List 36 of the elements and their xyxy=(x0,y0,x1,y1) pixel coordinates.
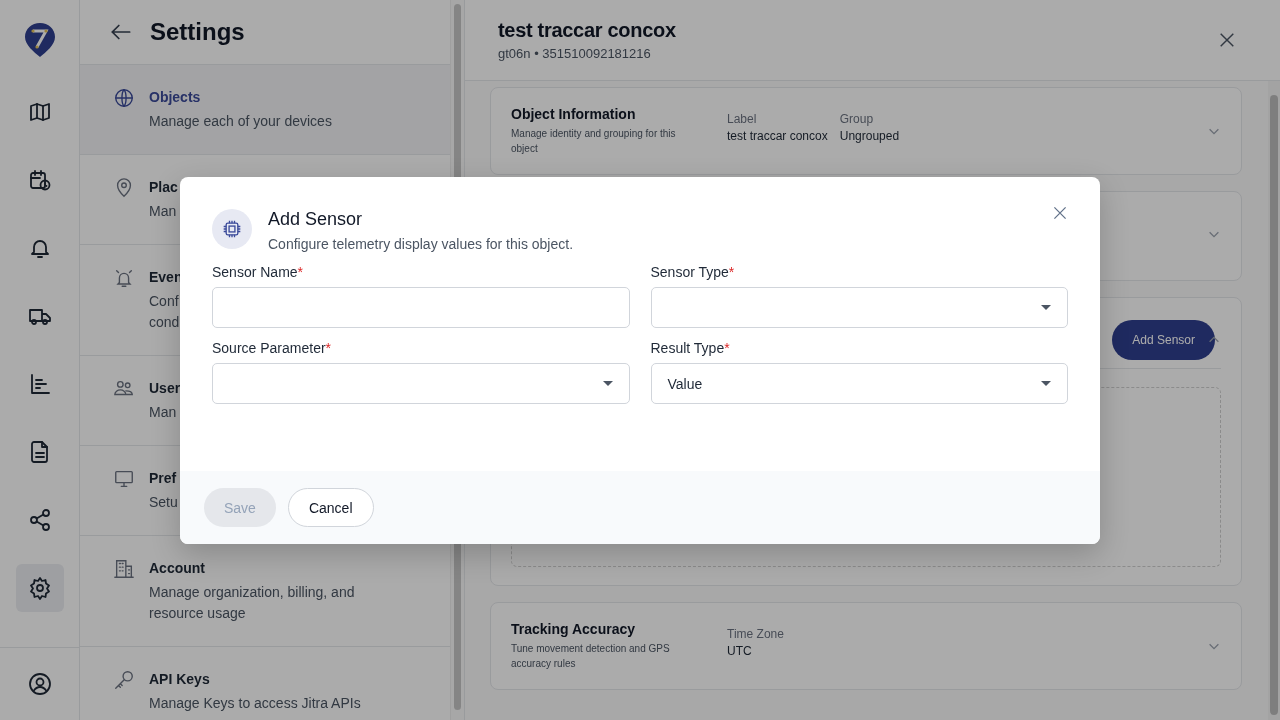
settings-item-description: Man xyxy=(149,403,178,422)
field-label: Sensor Type xyxy=(650,264,729,280)
settings-item-title: Account xyxy=(149,559,206,578)
settings-item-description: Manage each of your devices xyxy=(149,112,332,131)
object-subtitle: gt06n • 351510092181216 xyxy=(498,46,652,61)
settings-item-description: Man xyxy=(149,202,178,221)
card-description: Manage identity and grouping for this object xyxy=(511,127,677,156)
field-label: Time Zone xyxy=(727,627,784,641)
field-label: Source Parameter xyxy=(212,340,326,356)
required-mark: * xyxy=(325,340,332,356)
settings-item-description: Conf cond xyxy=(149,292,181,332)
object-title: test traccar concox xyxy=(498,19,676,42)
field-value: test traccar concox xyxy=(727,129,828,143)
required-mark: * xyxy=(724,340,730,356)
field-label: Group xyxy=(839,112,875,126)
card-description: Tune movement detection and GPS accuracy rules xyxy=(511,642,671,671)
settings-item-title: User xyxy=(149,379,181,398)
field-label: Sensor Name xyxy=(212,264,298,280)
required-mark: * xyxy=(728,264,735,280)
dialog-subtitle: Configure telemetry display values for this object. xyxy=(268,236,575,252)
settings-item-description: Setu xyxy=(149,493,178,512)
field-value: Ungrouped xyxy=(839,129,900,143)
settings-item-description: Manage Keys to access Jitra APIs xyxy=(149,694,361,713)
dialog-title: Add Sensor xyxy=(268,209,364,230)
settings-item-title: Plac xyxy=(149,178,178,197)
settings-item-description: Manage organization, billing, and resource usage xyxy=(149,583,356,623)
page-title: Settings xyxy=(150,18,245,46)
settings-item-title: Objects xyxy=(149,88,202,107)
card-title: Tracking Accuracy xyxy=(511,621,636,637)
required-mark: * xyxy=(297,264,304,280)
field-value: UTC xyxy=(727,644,753,658)
field-label: Label xyxy=(727,112,758,126)
settings-item-title: Pref xyxy=(149,469,178,488)
field-label: Result Type xyxy=(650,340,725,356)
card-title: Object Information xyxy=(511,106,637,122)
settings-item-title: API Keys xyxy=(149,670,211,689)
